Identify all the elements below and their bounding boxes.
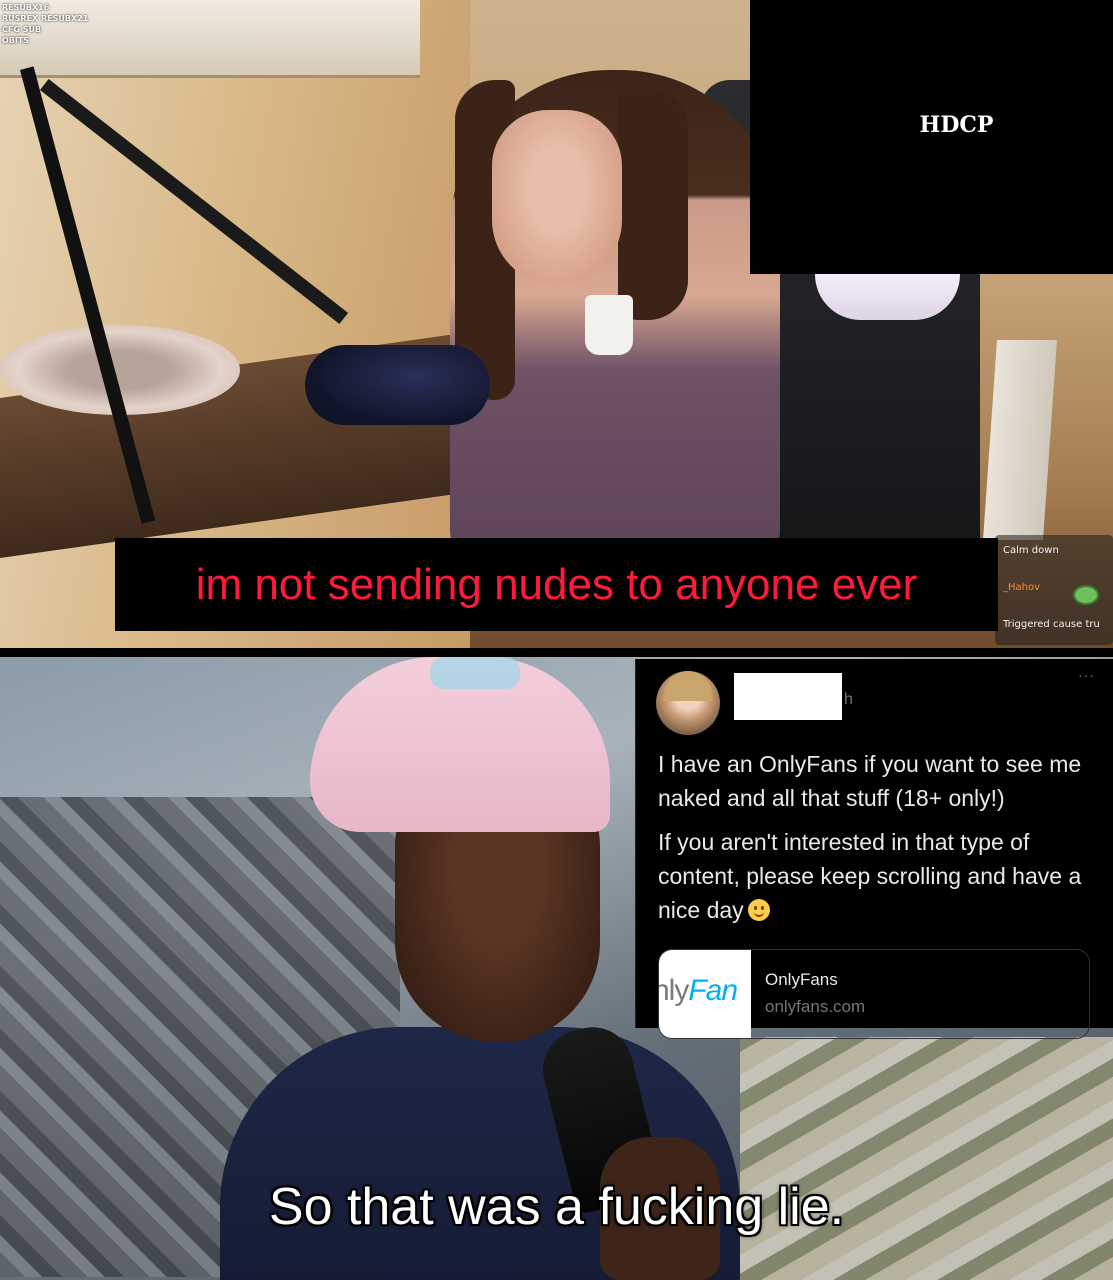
streamer-face <box>492 110 622 285</box>
handle-fragment: h <box>844 691 853 708</box>
hair-right <box>618 90 688 320</box>
stream-overlay-text: RESUBX16 RUSREX RESUBX21 CFG SUB OBITS <box>2 2 152 46</box>
link-title: OnlyFans <box>765 970 838 989</box>
chat-username: _Hahov <box>1003 582 1041 593</box>
top-caption: im not sending nudes to anyone ever <box>115 538 998 631</box>
hdcp-label: HDCP <box>919 112 994 138</box>
overlay-line: CFG SUB <box>2 25 42 34</box>
redacted-username <box>734 673 842 720</box>
smile-emoji-icon <box>747 899 770 921</box>
stream-screenshot-panel: RESUBX16 RUSREX RESUBX21 CFG SUB OBITS H… <box>0 0 1113 652</box>
overlay-line: RUSREX RESUBX21 <box>2 14 89 23</box>
chat-message: Calm down <box>1003 545 1059 556</box>
tweet-paragraph-text: If you aren't interested in that type of… <box>658 829 1082 923</box>
junkyard-foreground <box>740 1037 1113 1280</box>
tweet-paragraph: I have an OnlyFans if you want to see me… <box>658 751 1082 811</box>
link-domain: onlyfans.com <box>765 997 866 1016</box>
panel-divider <box>0 648 1113 657</box>
link-preview-card[interactable]: nlyFan OnlyFans onlyfans.com <box>658 949 1090 1039</box>
tweet-paragraph: If you aren't interested in that type of… <box>658 825 1098 927</box>
onlyfans-logo-thumb: nlyFan <box>659 950 751 1038</box>
chat-message: Triggered cause tru <box>1003 619 1100 630</box>
more-options-icon[interactable]: ··· <box>1078 667 1095 683</box>
microphone <box>305 345 490 425</box>
overlay-line: RESUBX16 <box>2 3 50 12</box>
overlay-line: OBITS <box>2 36 30 45</box>
logo-prefix: nly <box>659 974 689 1007</box>
avatar[interactable] <box>656 671 720 735</box>
bottom-caption: So that was a fucking lie. <box>268 1178 845 1236</box>
pc-tower-box <box>983 340 1057 540</box>
bowl <box>815 268 960 320</box>
hdcp-black-box: HDCP <box>750 0 1113 274</box>
cap-logo <box>430 657 520 689</box>
tweet-card: h ··· I have an OnlyFans if you want to … <box>635 659 1113 1039</box>
tweet-text: I have an OnlyFans if you want to see me… <box>658 747 1098 937</box>
stream-chat-overlay: Calm down _Hahov Triggered cause tru <box>995 535 1113 645</box>
logo-brand: Fan <box>688 974 738 1007</box>
onlyfans-logo-text: nlyFan <box>659 974 738 1008</box>
pepe-emote-icon <box>1073 585 1099 605</box>
cup <box>585 295 633 355</box>
